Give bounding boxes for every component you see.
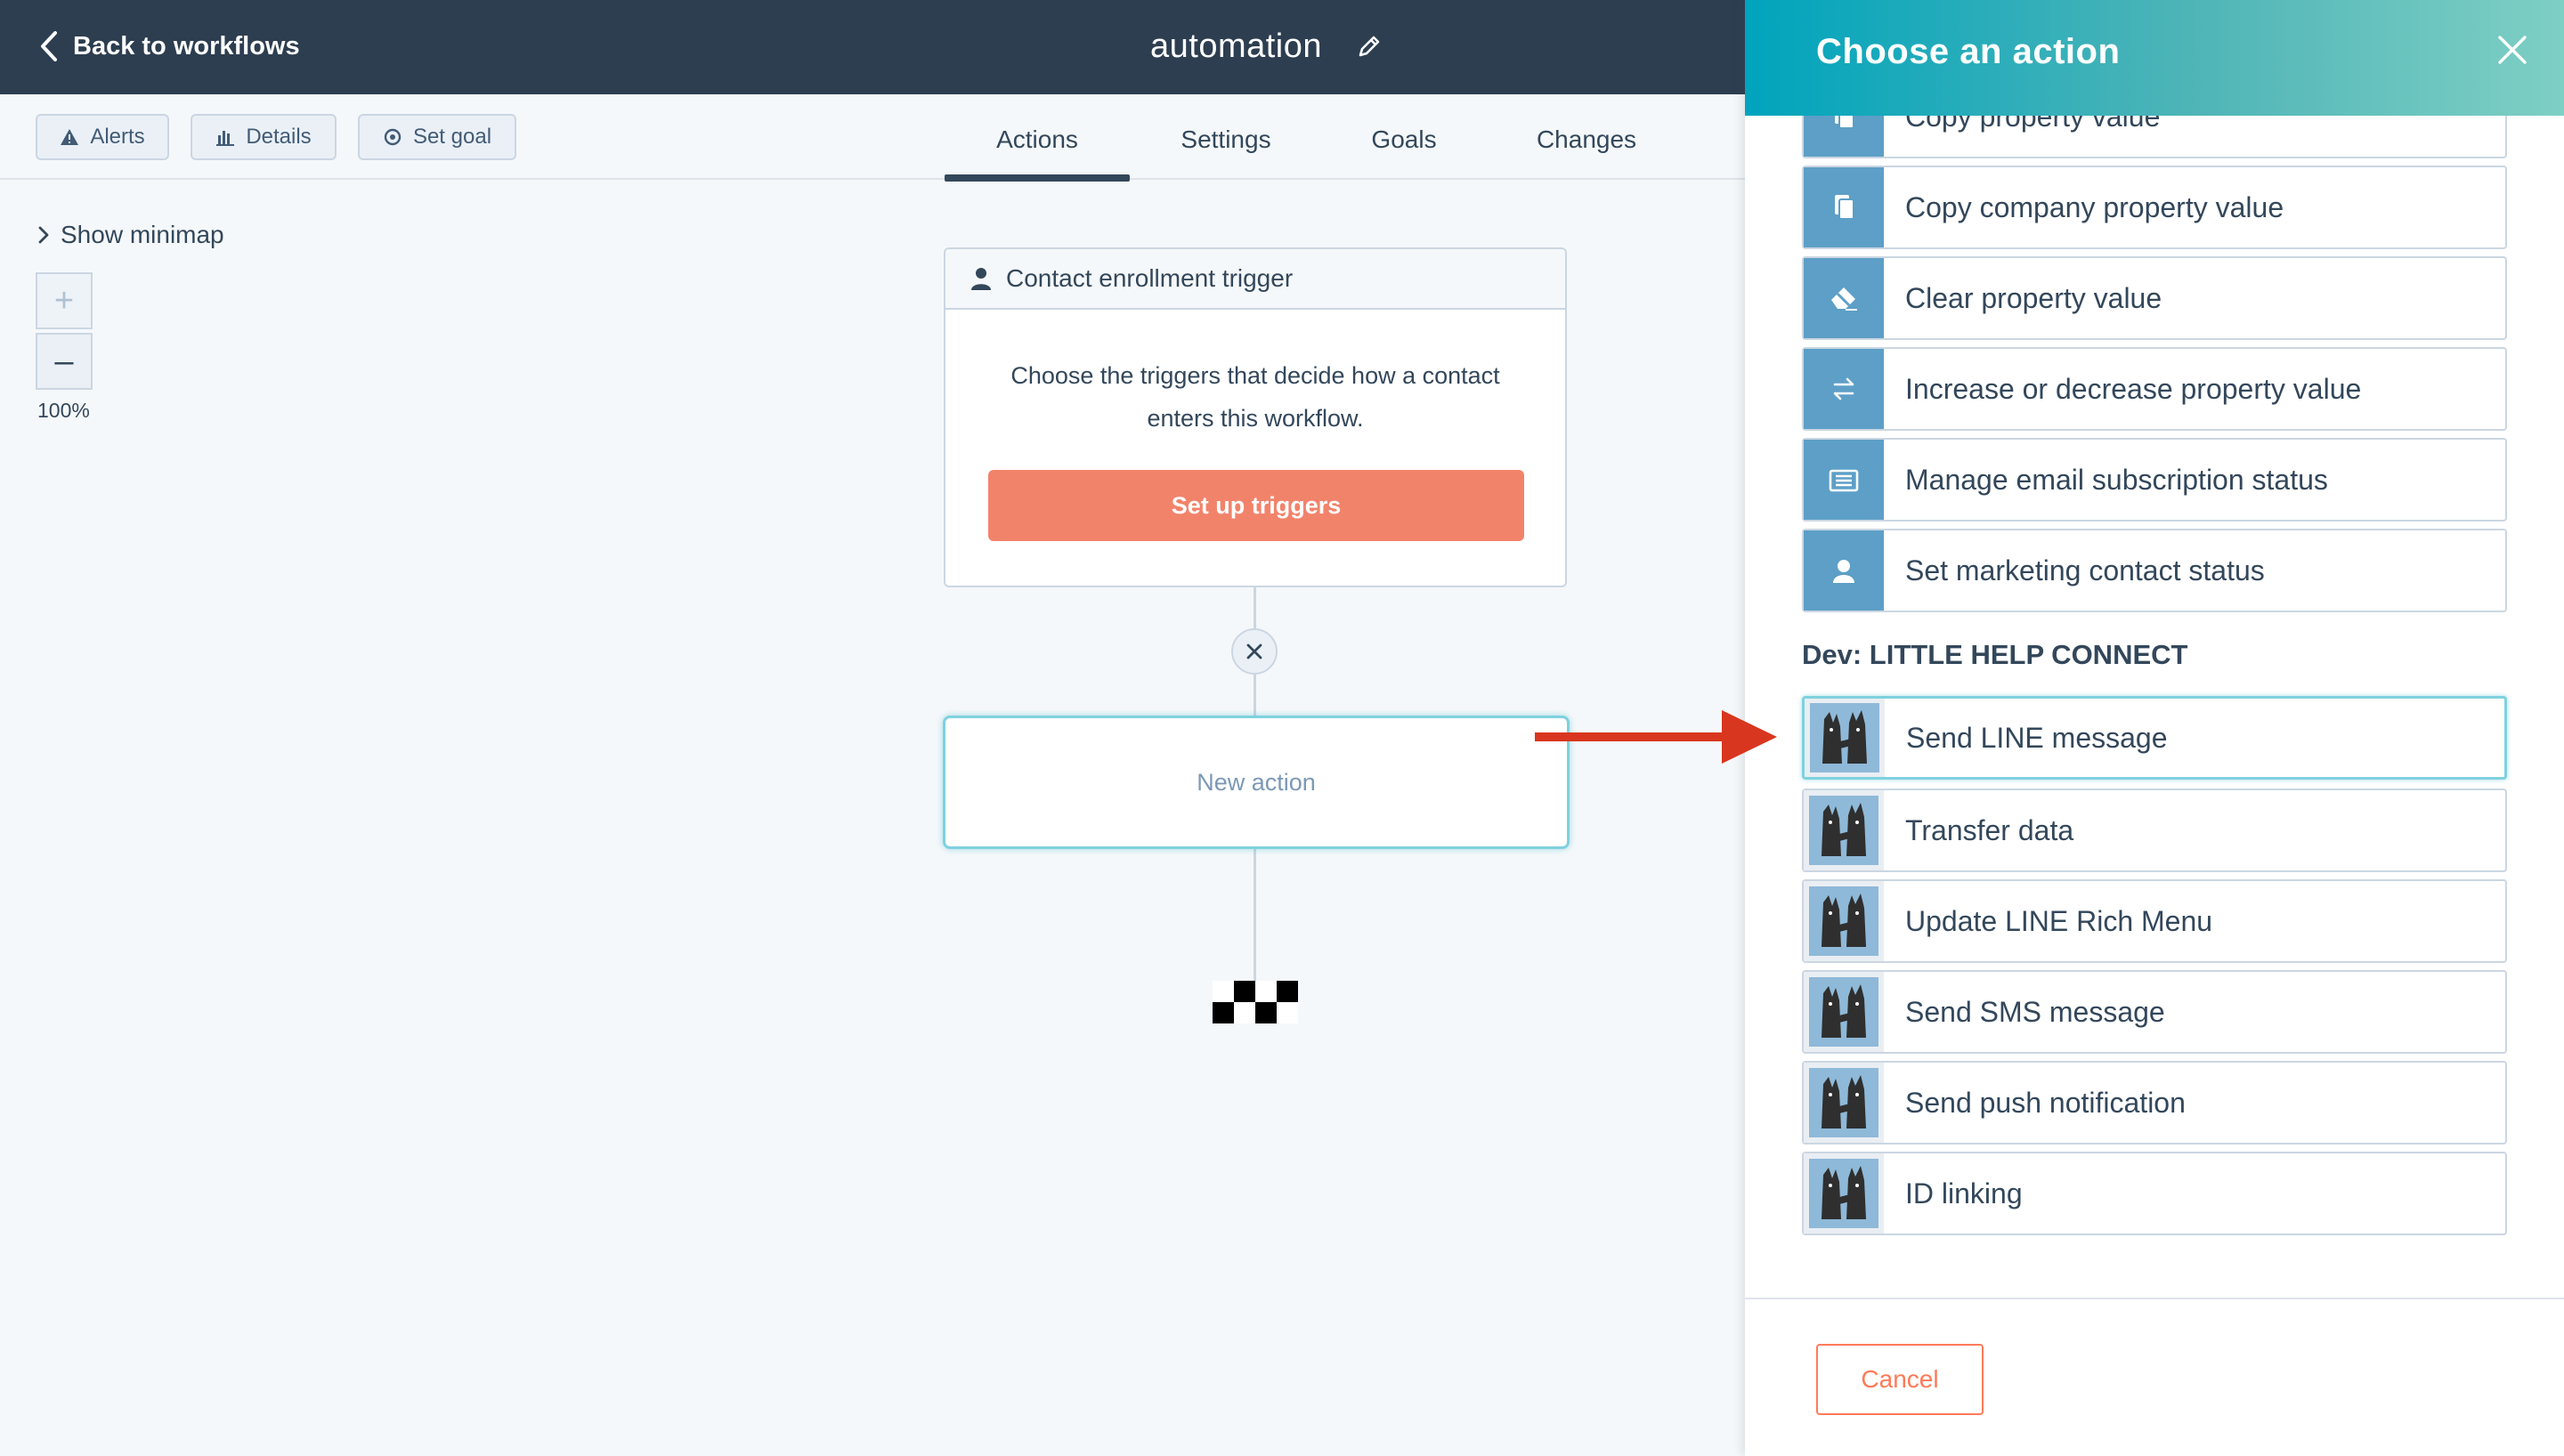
connector-line (1254, 587, 1256, 628)
pencil-icon[interactable] (1358, 35, 1381, 58)
close-panel-button[interactable] (2496, 34, 2539, 77)
action-send-sms-message[interactable]: Send SMS message (1802, 970, 2507, 1054)
set-up-triggers-button[interactable]: Set up triggers (988, 470, 1524, 541)
details-button[interactable]: Details (191, 114, 337, 160)
bar-chart-icon (216, 131, 235, 146)
action-label: Send SMS message (1905, 995, 2165, 1028)
set-goal-label: Set goal (412, 125, 492, 149)
tab-settings[interactable]: Settings (1157, 114, 1294, 166)
back-to-workflows-link[interactable]: Back to workflows (39, 27, 300, 66)
workflow-name: automation (1150, 27, 1323, 65)
action-update-line-rich-menu[interactable]: Update LINE Rich Menu (1802, 879, 2507, 963)
action-label: Send LINE message (1906, 721, 2168, 754)
eraser-icon (1804, 258, 1884, 338)
tab-changes[interactable]: Changes (1513, 114, 1659, 166)
chevron-left-icon (41, 31, 57, 61)
target-icon (384, 128, 402, 146)
set-goal-button[interactable]: Set goal (358, 114, 516, 160)
checkered-flag-icon (1213, 981, 1298, 1023)
action-increase-decrease-property-value[interactable]: Increase or decrease property value (1802, 347, 2507, 431)
action-label: Increase or decrease property value (1905, 372, 2362, 405)
show-minimap-toggle[interactable]: Show minimap (37, 221, 224, 249)
zoom-out-button[interactable]: – (36, 333, 93, 390)
trigger-description: Choose the triggers that decide how a co… (1010, 362, 1500, 432)
workflow-editor: Back to workflows automation Alerts Deta… (0, 0, 1745, 1456)
tab-goals[interactable]: Goals (1335, 114, 1473, 166)
little-help-connect-logo-icon (1804, 1063, 1884, 1143)
action-label: Manage email subscription status (1905, 463, 2328, 496)
close-icon (2498, 36, 2527, 64)
swap-arrows-icon (1804, 349, 1884, 429)
action-send-line-message[interactable]: Send LINE message (1802, 696, 2507, 780)
workflow-title[interactable]: automation (1150, 21, 1381, 71)
copy-icon (1804, 167, 1884, 247)
remove-action-button[interactable] (1231, 628, 1278, 675)
panel-footer: Cancel (1745, 1298, 2564, 1456)
action-id-linking[interactable]: ID linking (1802, 1152, 2507, 1235)
close-icon (1246, 643, 1262, 659)
action-label: Copy company property value (1905, 190, 2284, 223)
connector-line (1254, 849, 1256, 981)
little-help-connect-logo-icon (1804, 881, 1884, 961)
panel-header: Choose an action (1745, 0, 2564, 116)
little-help-connect-logo-icon (1804, 972, 1884, 1052)
alerts-button[interactable]: Alerts (36, 114, 169, 160)
action-send-push-notification[interactable]: Send push notification (1802, 1061, 2507, 1145)
action-clear-property-value[interactable]: Clear property value (1802, 256, 2507, 340)
zoom-level: 100% (37, 399, 90, 422)
new-action-placeholder[interactable]: New action (943, 716, 1570, 849)
cancel-button[interactable]: Cancel (1816, 1344, 1984, 1415)
top-bar: Back to workflows automation (0, 0, 1745, 94)
action-label: Clear property value (1905, 281, 2162, 314)
little-help-connect-logo-icon (1804, 1153, 1884, 1234)
action-label: Set marketing contact status (1905, 554, 2265, 586)
tab-actions[interactable]: Actions (945, 114, 1130, 166)
trigger-title: Contact enrollment trigger (1006, 264, 1294, 292)
zoom-in-button[interactable]: + (36, 272, 93, 329)
action-transfer-data[interactable]: Transfer data (1802, 789, 2507, 872)
app-section-title: Dev: LITTLE HELP CONNECT (1802, 639, 2188, 670)
connector-line (1254, 675, 1256, 716)
action-list[interactable]: Copy property value Copy company propert… (1745, 0, 2564, 1298)
trigger-header: Contact enrollment trigger (945, 249, 1565, 310)
enrollment-trigger-card[interactable]: Contact enrollment trigger Choose the tr… (944, 247, 1567, 587)
details-label: Details (246, 125, 312, 149)
back-link-label: Back to workflows (73, 31, 300, 61)
contact-icon (971, 268, 991, 290)
little-help-connect-logo-icon (1804, 790, 1884, 870)
action-copy-company-property-value[interactable]: Copy company property value (1802, 166, 2507, 249)
show-minimap-label: Show minimap (61, 221, 224, 248)
alerts-label: Alerts (90, 125, 145, 149)
annotation-arrow-icon (1535, 710, 1777, 764)
panel-title: Choose an action (1816, 32, 2121, 71)
action-label: ID linking (1905, 1177, 2023, 1209)
little-help-connect-logo-icon (1805, 699, 1885, 777)
chevron-right-icon (38, 226, 49, 244)
action-set-marketing-contact-status[interactable]: Set marketing contact status (1802, 529, 2507, 612)
newsletter-icon (1804, 440, 1884, 520)
action-label: Send push notification (1905, 1086, 2186, 1119)
action-label: Update LINE Rich Menu (1905, 904, 2213, 937)
action-label: Transfer data (1905, 813, 2074, 846)
active-tab-indicator (945, 174, 1130, 182)
warning-icon (61, 129, 79, 145)
choose-action-panel: Copy property value Copy company propert… (1745, 0, 2564, 1456)
action-manage-email-subscription-status[interactable]: Manage email subscription status (1802, 438, 2507, 522)
contact-icon (1804, 530, 1884, 611)
editor-toolbar: Alerts Details Set goal Actions Settings… (0, 94, 1745, 182)
